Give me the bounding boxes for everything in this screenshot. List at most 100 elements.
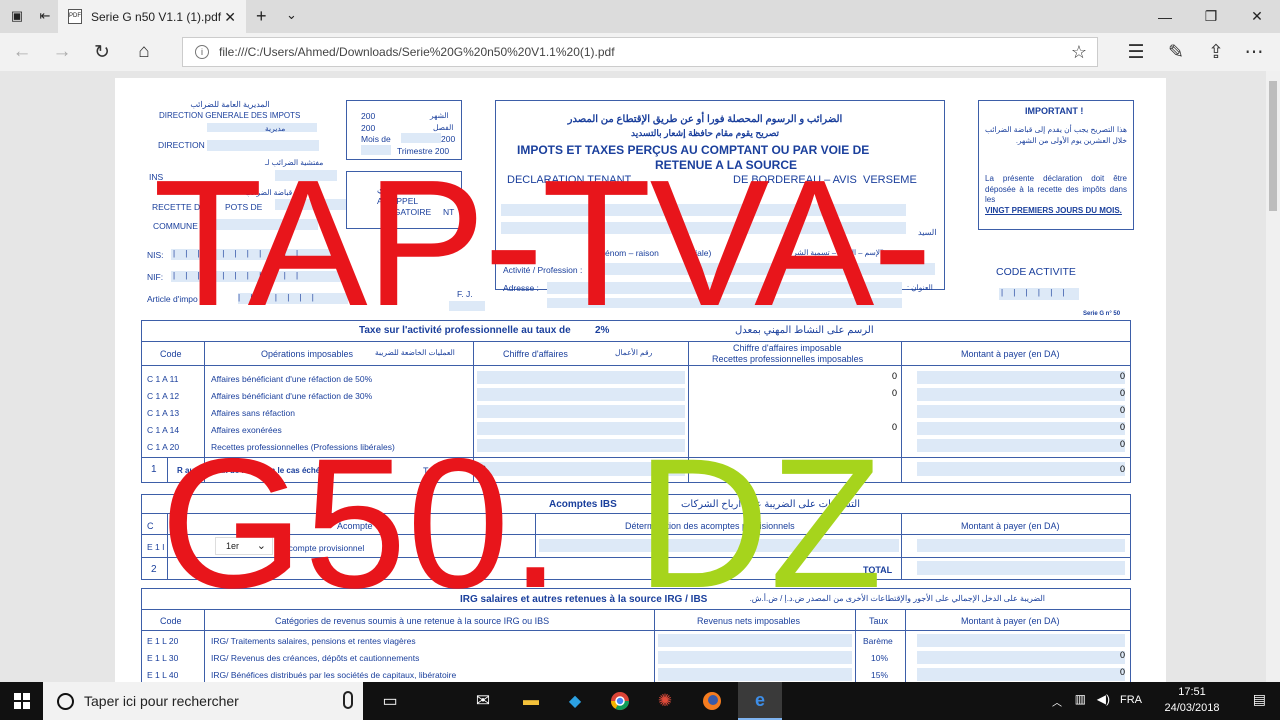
close-window-button[interactable]: ✕ (1234, 0, 1280, 33)
tap-row-montant: 0 (1120, 405, 1126, 415)
tap-total-val2: 0 (1120, 464, 1126, 474)
set-tabs-aside-icon[interactable]: ⇤ (36, 8, 54, 24)
tap-row-montant: 0 (1120, 422, 1126, 432)
refresh-icon[interactable]: ↻ (90, 41, 114, 63)
irg-row-revenus-field[interactable] (658, 651, 852, 664)
ibs-header-montant: Montant à payer (en DA) (961, 521, 1060, 531)
irg-row-code: E 1 L 20 (147, 636, 179, 646)
tap-header-montant: Montant à payer (en DA) (961, 349, 1060, 359)
taskbar-search-box[interactable]: Taper ici pour rechercher (43, 682, 363, 720)
tap-total-montant-field[interactable] (917, 462, 1125, 476)
serie-label: Serie G n° 50 (1083, 311, 1121, 317)
minimize-button[interactable]: — (1142, 0, 1188, 33)
irg-row-montant: 0 (1120, 667, 1126, 677)
irg-row-label: IRG/ Bénéfices distribués par les sociét… (211, 670, 457, 680)
web-note-icon[interactable]: ✎ (1164, 41, 1188, 63)
period-year1: 200 (361, 111, 376, 121)
tap-row-ca-field[interactable] (477, 388, 685, 401)
tap-row-montant-field[interactable] (917, 371, 1125, 384)
favorites-hub-icon[interactable]: ☰ (1124, 41, 1148, 63)
back-icon[interactable]: ← (10, 41, 34, 63)
task-view-icon[interactable]: ▭ (370, 682, 410, 720)
important-title: IMPORTANT ! (1025, 106, 1084, 116)
irg-row-montant-field[interactable] (917, 668, 1125, 681)
volume-icon[interactable]: ◀) (1097, 692, 1110, 706)
important-fr-text: La présente déclaration doit être déposé… (985, 174, 1127, 204)
mail-icon[interactable]: ✉ (463, 682, 503, 720)
firefox-icon[interactable] (692, 682, 732, 720)
info-icon[interactable]: i (195, 45, 209, 59)
notification-icon[interactable]: ▤ (1253, 691, 1266, 708)
chrome-icon[interactable] (600, 682, 640, 720)
tab-bar: ▣ ⇤ PDF Serie G n50 V1.1 (1).pdf ✕ + ⌄ —… (0, 0, 1280, 33)
tap-total-num: 1 (151, 464, 157, 475)
search-placeholder: Taper ici pour rechercher (84, 693, 239, 709)
irg-header-montant: Montant à payer (en DA) (961, 616, 1060, 626)
ibs-col-line (901, 513, 902, 580)
tap-row-montant: 0 (1120, 439, 1126, 449)
clock-time[interactable]: 17:51 (1152, 686, 1232, 698)
maximize-button[interactable]: ❐ (1188, 0, 1234, 33)
forward-icon[interactable]: → (50, 41, 74, 63)
ibs-total-field[interactable] (917, 561, 1125, 575)
windows-taskbar: Taper ici pour rechercher ▭ ✉ ▬ ◆ ✺ e ︿ … (0, 682, 1280, 720)
irg-row-taux: 15% (871, 670, 889, 680)
overlay-title-line2-red: G50. (160, 421, 562, 627)
mois-field[interactable] (401, 133, 441, 143)
tray-overflow-icon[interactable]: ︿ (1052, 694, 1062, 709)
tap-divider (141, 365, 1131, 366)
tap-row-ca-field[interactable] (477, 371, 685, 384)
tap-row-code: C 1 A 12 (147, 391, 180, 401)
tap-row-label: Affaires bénéficiant d'une réfaction de … (211, 391, 373, 401)
tab-preview-chevron-icon[interactable]: ⌄ (286, 7, 297, 23)
irg-row-revenus-field[interactable] (658, 668, 852, 681)
share-icon[interactable]: ⇪ (1204, 41, 1228, 63)
ar-direction-label: المديرية العامة للضرائب (190, 100, 270, 109)
browser-tab[interactable]: PDF Serie G n50 V1.1 (1).pdf ✕ (58, 0, 246, 33)
code-activite-field[interactable]: | | | | | | (999, 288, 1079, 300)
home-icon[interactable]: ⌂ (132, 41, 156, 63)
microphone-icon[interactable] (343, 691, 353, 709)
ibs-header-code: C (147, 521, 154, 531)
tap-row-ca-field[interactable] (477, 405, 685, 418)
edge-icon[interactable]: e (738, 682, 782, 720)
direction-field[interactable] (207, 123, 317, 132)
address-bar[interactable]: i file:///C:/Users/Ahmed/Downloads/Serie… (182, 37, 1098, 67)
irg-divider (141, 630, 1131, 631)
tap-col-line (901, 341, 902, 483)
tap-row-montant-field[interactable] (917, 439, 1125, 452)
network-icon[interactable]: ▥ (1075, 692, 1086, 706)
network-app-icon[interactable]: ◆ (555, 682, 595, 720)
tab-title: Serie G n50 V1.1 (1).pdf (91, 9, 222, 24)
ar-mudiriya-label: مديرية (265, 124, 286, 133)
irg-row-montant-field[interactable] (917, 651, 1125, 664)
irg-row-montant-field[interactable] (917, 634, 1125, 647)
tab-actions-icon[interactable]: ▣ (8, 8, 26, 24)
close-tab-icon[interactable]: ✕ (224, 9, 236, 26)
ibs-montant-field[interactable] (917, 539, 1125, 552)
tap-header-operations: Opérations imposables (261, 349, 354, 359)
tap-row-montant-field[interactable] (917, 422, 1125, 435)
ar-subtitle: تصريح يقوم مقام حافظة إشعار بالتسديد (630, 128, 780, 138)
clock-date[interactable]: 24/03/2018 (1152, 702, 1232, 714)
media-app-icon[interactable]: ✺ (645, 682, 685, 720)
vertical-scrollbar[interactable] (1266, 71, 1280, 682)
windows-start-icon[interactable] (0, 682, 43, 720)
tap-row-montant-field[interactable] (917, 405, 1125, 418)
overlay-title-line2-green: DZ (636, 421, 883, 627)
irg-row-taux: 10% (871, 653, 889, 663)
favorite-star-icon[interactable]: ☆ (1071, 42, 1087, 63)
language-indicator[interactable]: FRA (1120, 694, 1142, 706)
ibs-total-num: 2 (151, 564, 157, 575)
more-options-icon[interactable]: ⋯ (1242, 41, 1266, 63)
scrollbar-thumb[interactable] (1269, 81, 1277, 211)
file-explorer-icon[interactable]: ▬ (511, 682, 551, 720)
new-tab-button[interactable]: + (256, 6, 267, 27)
tap-row-montant-field[interactable] (917, 388, 1125, 401)
irg-row-label: IRG/ Revenus des créances, dépôts et cau… (211, 653, 420, 663)
navigation-bar: ← → ↻ ⌂ i file:///C:/Users/Ahmed/Downloa… (0, 33, 1280, 71)
irg-row-code: E 1 L 40 (147, 670, 179, 680)
irg-row-revenus-field[interactable] (658, 634, 852, 647)
irg-col-line (905, 609, 906, 682)
tap-row-imposable: 0 (892, 388, 898, 398)
